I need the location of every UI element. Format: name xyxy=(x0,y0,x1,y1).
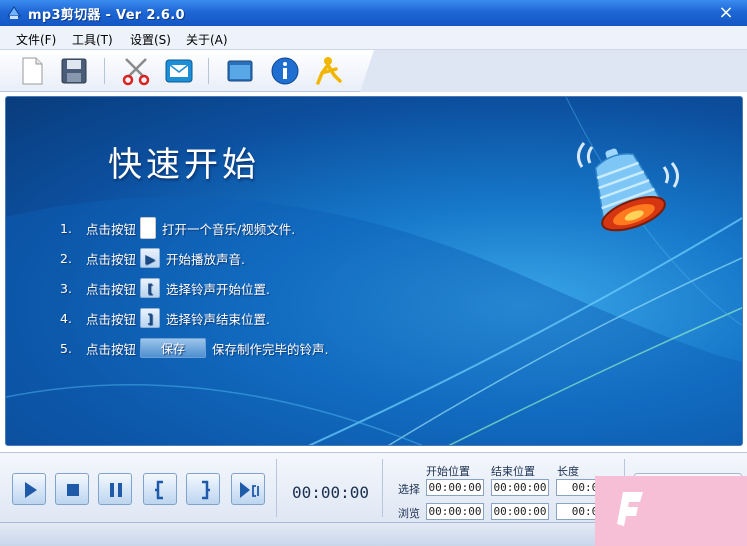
step-press-text: 点击按钮 xyxy=(86,311,137,327)
select-start-field[interactable]: 00:00:00 xyxy=(426,479,484,496)
title-bar[interactable]: mp3剪切器 - Ver 2.6.0 × xyxy=(0,0,747,26)
document-icon xyxy=(140,217,157,239)
toolbar-separator xyxy=(104,58,105,84)
info-icon[interactable] xyxy=(269,55,301,87)
stop-button[interactable] xyxy=(55,473,89,505)
step-number: 5. xyxy=(60,340,72,356)
controls-separator xyxy=(276,459,277,517)
step-press-text: 点击按钮 xyxy=(86,281,137,297)
save-icon[interactable] xyxy=(58,55,90,87)
step-description: 保存制作完毕的铃声. xyxy=(212,341,329,357)
browse-start-field[interactable]: 00:00:00 xyxy=(426,503,484,520)
end-bracket-icon xyxy=(202,480,210,500)
quick-start-step: 2. 点击按钮 ▶ 开始播放声音. xyxy=(60,247,245,269)
play-selection-icon xyxy=(240,482,259,498)
step-description: 选择铃声结束位置. xyxy=(166,311,270,327)
column-end-position: 结束位置 xyxy=(491,465,535,478)
select-end-field[interactable]: 00:00:00 xyxy=(491,479,549,496)
menu-tools[interactable]: 工具(T) xyxy=(72,31,113,48)
menu-about[interactable]: 关于(A) xyxy=(186,31,228,48)
step-press-text: 点击按钮 xyxy=(86,251,137,267)
toolbar-background xyxy=(360,50,747,92)
app-icon xyxy=(7,6,21,19)
step-press-text: 点击按钮 xyxy=(86,221,137,237)
quick-start-title: 快速开始 xyxy=(108,145,260,185)
step-number: 2. xyxy=(60,250,72,266)
menu-settings[interactable]: 设置(S) xyxy=(130,31,171,48)
window-icon[interactable] xyxy=(224,55,256,87)
scissors-icon[interactable] xyxy=(120,55,152,87)
start-bracket-icon xyxy=(155,480,163,500)
close-icon[interactable]: × xyxy=(715,2,737,24)
column-length: 长度 xyxy=(557,465,579,478)
toolbar-separator xyxy=(208,58,209,84)
step-press-text: 点击按钮 xyxy=(86,341,137,357)
play-icon: ▶ xyxy=(140,248,161,268)
quick-start-step: 4. 点击按钮 ] 选择铃声结束位置. xyxy=(60,307,270,329)
aim-person-icon[interactable] xyxy=(312,55,344,87)
controls-separator xyxy=(382,459,383,517)
set-end-button[interactable] xyxy=(186,473,220,505)
save-button-sample: 保存 xyxy=(140,338,207,358)
new-file-icon[interactable] xyxy=(16,55,48,87)
time-display: 00:00:00 xyxy=(292,483,370,502)
step-number: 1. xyxy=(60,220,72,236)
set-start-button[interactable] xyxy=(143,473,177,505)
quick-start-step: 3. 点击按钮 [ 选择铃声开始位置. xyxy=(60,277,270,299)
quick-start-step: 1. 点击按钮 打开一个音乐/视频文件. xyxy=(60,217,295,239)
play-selection-button[interactable] xyxy=(231,473,265,505)
menu-bar: 文件(F) 工具(T) 设置(S) 关于(A) xyxy=(0,26,747,50)
step-description: 选择铃声开始位置. xyxy=(166,281,270,297)
step-description: 开始播放声音. xyxy=(166,251,245,267)
row-label-browse: 浏览 xyxy=(398,507,420,520)
row-label-select: 选择 xyxy=(398,483,420,496)
watermark-logo xyxy=(617,492,643,526)
bell-icon xyxy=(577,142,679,232)
pause-button[interactable] xyxy=(98,473,132,505)
watermark-overlay xyxy=(595,476,747,546)
step-number: 4. xyxy=(60,310,72,326)
window-title: mp3剪切器 - Ver 2.6.0 xyxy=(28,8,185,23)
play-icon xyxy=(25,482,37,498)
email-icon[interactable] xyxy=(163,55,195,87)
play-button[interactable] xyxy=(12,473,46,505)
pause-icon xyxy=(110,483,122,497)
quick-start-panel: 快速开始 1. 点击按钮 打开一个音乐/视频文件. 2. 点击按钮 ▶ 开始播放… xyxy=(5,96,743,446)
menu-file[interactable]: 文件(F) xyxy=(16,31,56,48)
column-start-position: 开始位置 xyxy=(426,465,470,478)
step-description: 打开一个音乐/视频文件. xyxy=(162,221,296,237)
end-bracket-icon: ] xyxy=(140,308,161,328)
start-bracket-icon: [ xyxy=(140,278,161,298)
browse-end-field[interactable]: 00:00:00 xyxy=(491,503,549,520)
step-number: 3. xyxy=(60,280,72,296)
stop-icon xyxy=(67,484,79,496)
quick-start-step: 5. 点击按钮 保存 保存制作完毕的铃声. xyxy=(60,337,329,359)
